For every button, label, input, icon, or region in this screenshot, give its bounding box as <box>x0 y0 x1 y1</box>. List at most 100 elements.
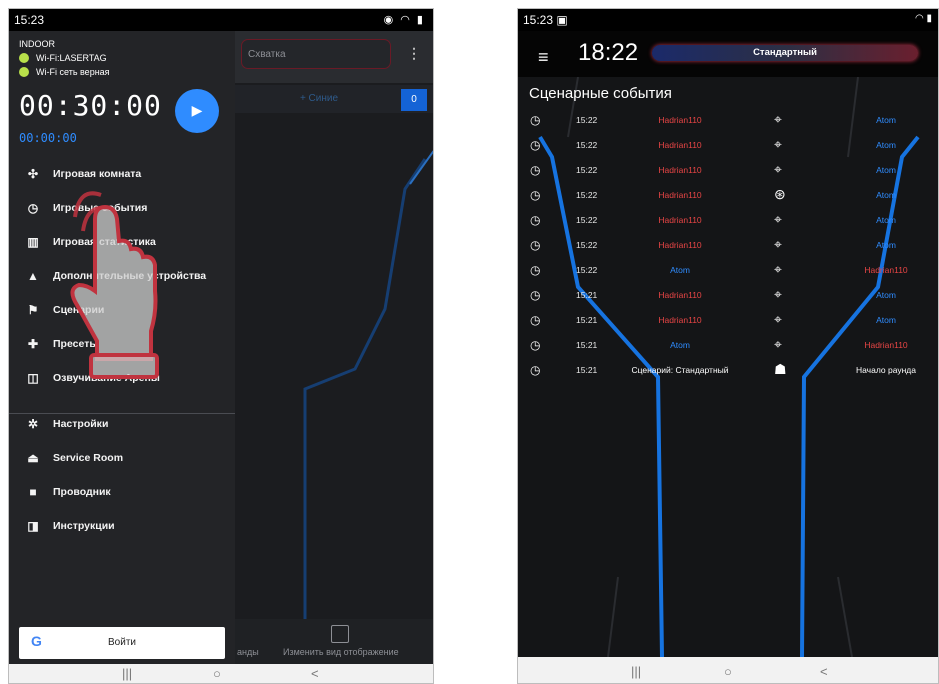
overflow-menu-icon[interactable]: ⋮ <box>407 45 421 62</box>
status-time: 15:23 ▣ <box>523 13 568 27</box>
status-dot-icon <box>19 67 29 77</box>
event-row: ◷ 15:22 Hadrian110 ⌖ Atom <box>518 133 938 158</box>
event-row: ◷ 15:21 Hadrian110 ⌖ Atom <box>518 283 938 308</box>
event-type-icon: ⌖ <box>774 211 782 227</box>
flag-icon: ⚑ <box>27 303 39 317</box>
event-target: Hadrian110 <box>864 265 908 275</box>
event-target: Atom <box>876 215 896 225</box>
right-device-screen: 15:23 ▣ ◠ ▮ ≡ 18:22 Стандартный Сценарны… <box>517 8 939 684</box>
gamepad-icon: ✣ <box>27 167 39 181</box>
event-row: ◷ 15:21 Atom ⌖ Hadrian110 <box>518 333 938 358</box>
game-clock: 18:22 <box>578 39 639 66</box>
event-row: ◷ 15:22 Hadrian110 ⌖ Atom <box>518 208 938 233</box>
menu-item-settings[interactable]: ✲ Настройки <box>9 407 235 441</box>
menu-item-explorer[interactable]: ■ Проводник <box>9 475 235 509</box>
wifi-status-row: Wi-Fi сеть верная <box>19 67 110 77</box>
devices-icon: ▲ <box>27 269 39 283</box>
login-button[interactable]: G Войти <box>19 627 225 659</box>
menu-item-instructions[interactable]: ◨ Инструкции <box>9 509 235 543</box>
event-row: ◷ 15:21 Сценарий: Стандартный ☗ Начало раунд… <box>518 358 938 383</box>
recent-apps-button[interactable]: ||| <box>122 666 132 681</box>
bottom-teams-label[interactable]: анды <box>237 647 259 657</box>
event-actor: Hadrian110 <box>658 315 702 325</box>
scenario-selector[interactable]: Стандартный <box>652 45 918 61</box>
play-icon: ▶ <box>191 102 203 118</box>
event-time: 15:22 <box>576 265 598 275</box>
event-time: 15:21 <box>576 290 598 300</box>
status-bar: 15:23 ▣ ◠ ▮ <box>518 9 938 31</box>
timer-icon: ◷ <box>530 238 541 252</box>
event-type-icon: ⌖ <box>774 136 782 152</box>
event-time: 15:22 <box>576 240 598 250</box>
event-type-icon: ⊛ <box>774 186 786 202</box>
timer-icon: ◷ <box>530 363 541 377</box>
event-target: Atom <box>876 165 896 175</box>
recent-apps-button[interactable]: ||| <box>631 664 641 679</box>
elapsed-timer: 00:00:00 <box>19 131 77 145</box>
book-icon: ◨ <box>27 519 39 533</box>
background-decoration <box>303 150 433 629</box>
home-button[interactable]: ○ <box>724 664 732 679</box>
event-actor: Atom <box>670 340 690 350</box>
timer-icon: ◷ <box>530 138 541 152</box>
page-title: Сценарные события <box>529 85 672 102</box>
event-target: Atom <box>876 240 896 250</box>
play-button[interactable]: ▶ <box>175 89 219 133</box>
event-row: ◷ 15:22 Atom ⌖ Hadrian110 <box>518 258 938 283</box>
event-actor: Hadrian110 <box>658 215 702 225</box>
event-row: ◷ 15:22 Hadrian110 ⌖ Atom <box>518 158 938 183</box>
event-time: 15:21 <box>576 315 598 325</box>
event-time: 15:22 <box>576 215 598 225</box>
wifi-name-row: Wi-Fi:LASERTAG <box>19 53 107 63</box>
status-bar: 15:23 ◉ ◠ ▮ <box>9 9 433 31</box>
system-nav-bar: ||| ○ < <box>9 664 433 683</box>
bar-chart-icon: ▥ <box>27 235 39 249</box>
folder-icon: ■ <box>29 485 37 499</box>
menu-item-service-room[interactable]: ⏏ Service Room <box>9 441 235 475</box>
event-target: Начало раунда <box>856 365 916 375</box>
menu-item-label: Service Room <box>53 452 124 464</box>
change-view-icon[interactable] <box>331 625 349 643</box>
timer-icon: ◷ <box>530 338 541 352</box>
event-type-icon: ⌖ <box>774 161 782 177</box>
event-actor: Hadrian110 <box>658 115 702 125</box>
status-time: 15:23 <box>14 13 45 27</box>
menu-item-label: Проводник <box>53 486 111 498</box>
event-row: ◷ 15:22 Hadrian110 ⊛ Atom <box>518 183 938 208</box>
status-icons: ◠ ▮ <box>914 13 932 24</box>
puzzle-icon: ✚ <box>27 337 39 351</box>
timer-icon: ◷ <box>27 201 39 215</box>
event-type-icon: ⌖ <box>774 236 782 252</box>
event-actor: Сценарий: Стандартный <box>631 365 729 375</box>
change-view-label[interactable]: Изменить вид отображение <box>283 647 399 657</box>
event-target: Atom <box>876 115 896 125</box>
environment-label: INDOOR <box>19 39 55 49</box>
menu-item-label: Игровая комната <box>53 168 142 180</box>
event-time: 15:21 <box>576 365 598 375</box>
event-time: 15:22 <box>576 165 598 175</box>
wifi-name: Wi-Fi:LASERTAG <box>36 53 107 63</box>
event-type-icon: ⌖ <box>774 311 782 327</box>
back-button[interactable]: < <box>820 664 828 679</box>
add-team-button[interactable]: + Синие <box>289 93 349 104</box>
menu-icon[interactable]: ≡ <box>538 47 549 68</box>
event-target: Atom <box>876 140 896 150</box>
back-button[interactable]: < <box>311 666 319 681</box>
event-type-icon: ⌖ <box>774 261 782 277</box>
event-row: ◷ 15:22 Hadrian110 ⌖ Atom <box>518 108 938 133</box>
event-actor: Hadrian110 <box>658 165 702 175</box>
event-target: Atom <box>876 315 896 325</box>
event-row: ◷ 15:22 Hadrian110 ⌖ Atom <box>518 233 938 258</box>
search-field[interactable]: Схватка <box>241 39 391 69</box>
menu-item-label: Настройки <box>53 418 109 430</box>
status-dot-icon <box>19 53 29 63</box>
event-time: 15:22 <box>576 190 598 200</box>
event-type-icon: ⌖ <box>774 286 782 302</box>
gear-icon: ✲ <box>27 417 39 431</box>
event-actor: Atom <box>670 265 690 275</box>
event-type-icon: ☗ <box>774 361 787 377</box>
event-actor: Hadrian110 <box>658 140 702 150</box>
pointing-hand-icon <box>70 191 159 379</box>
home-button[interactable]: ○ <box>213 666 221 681</box>
timer-icon: ◷ <box>530 113 541 127</box>
